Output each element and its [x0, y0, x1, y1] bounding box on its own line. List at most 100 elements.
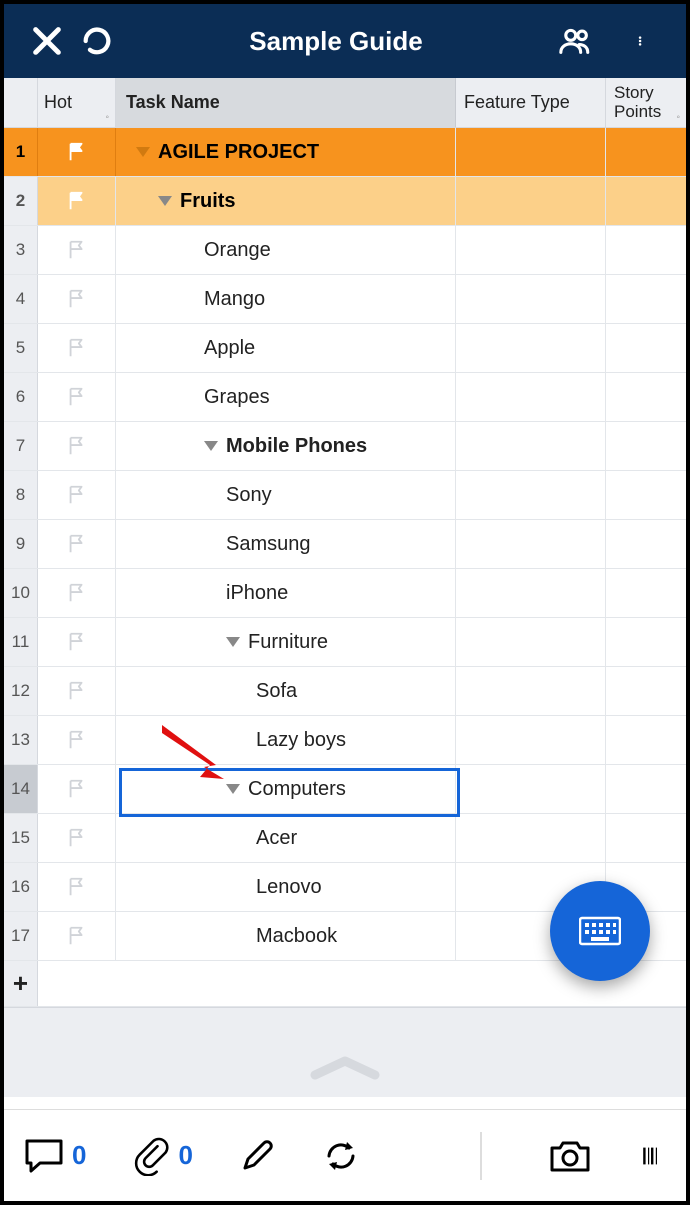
- story-cell[interactable]: [606, 618, 686, 666]
- expand-collapse-icon[interactable]: [136, 147, 150, 157]
- task-cell[interactable]: Sony: [116, 471, 456, 519]
- attachments-button[interactable]: 0: [132, 1136, 192, 1176]
- hot-cell[interactable]: [38, 569, 116, 617]
- feature-cell[interactable]: [456, 667, 606, 715]
- feature-cell[interactable]: [456, 765, 606, 813]
- hot-cell[interactable]: [38, 716, 116, 764]
- row-number[interactable]: 7: [4, 422, 38, 470]
- feature-cell[interactable]: [456, 324, 606, 372]
- task-cell[interactable]: Apple: [116, 324, 456, 372]
- task-cell[interactable]: iPhone: [116, 569, 456, 617]
- feature-cell[interactable]: [456, 422, 606, 470]
- task-cell[interactable]: Computers: [116, 765, 456, 813]
- story-cell[interactable]: [606, 667, 686, 715]
- row-number[interactable]: 15: [4, 814, 38, 862]
- story-cell[interactable]: [606, 128, 686, 176]
- task-cell[interactable]: Grapes: [116, 373, 456, 421]
- table-row[interactable]: 9Samsung: [4, 520, 686, 569]
- row-number[interactable]: 4: [4, 275, 38, 323]
- hot-cell[interactable]: [38, 373, 116, 421]
- feature-cell[interactable]: [456, 618, 606, 666]
- feature-cell[interactable]: [456, 128, 606, 176]
- hot-cell[interactable]: [38, 471, 116, 519]
- keyboard-fab-button[interactable]: [550, 881, 650, 981]
- task-cell[interactable]: Furniture: [116, 618, 456, 666]
- table-row[interactable]: 3Orange: [4, 226, 686, 275]
- column-header-story[interactable]: Story Points ◦: [606, 78, 686, 127]
- table-row[interactable]: 7 Mobile Phones: [4, 422, 686, 471]
- expand-collapse-icon[interactable]: [226, 784, 240, 794]
- sheet-drag-handle[interactable]: [4, 1055, 686, 1081]
- story-cell[interactable]: [606, 226, 686, 274]
- column-header-feature[interactable]: Feature Type: [456, 78, 606, 127]
- row-number[interactable]: 16: [4, 863, 38, 911]
- task-cell[interactable]: Orange: [116, 226, 456, 274]
- hot-cell[interactable]: [38, 275, 116, 323]
- row-number[interactable]: 8: [4, 471, 38, 519]
- task-cell[interactable]: Samsung: [116, 520, 456, 568]
- close-icon[interactable]: [22, 16, 72, 66]
- hot-cell[interactable]: [38, 667, 116, 715]
- feature-cell[interactable]: [456, 373, 606, 421]
- story-cell[interactable]: [606, 275, 686, 323]
- table-row[interactable]: 10iPhone: [4, 569, 686, 618]
- column-header-hot[interactable]: Hot ◦: [38, 78, 116, 127]
- feature-cell[interactable]: [456, 569, 606, 617]
- table-row[interactable]: 4 Mango: [4, 275, 686, 324]
- row-number[interactable]: 11: [4, 618, 38, 666]
- feature-cell[interactable]: [456, 471, 606, 519]
- story-cell[interactable]: [606, 177, 686, 225]
- expand-collapse-icon[interactable]: [226, 637, 240, 647]
- table-row[interactable]: 6Grapes: [4, 373, 686, 422]
- hot-cell[interactable]: [38, 863, 116, 911]
- task-cell[interactable]: Mobile Phones: [116, 422, 456, 470]
- row-number[interactable]: 13: [4, 716, 38, 764]
- story-cell[interactable]: [606, 765, 686, 813]
- feature-cell[interactable]: [456, 814, 606, 862]
- task-cell[interactable]: Lenovo: [116, 863, 456, 911]
- table-row[interactable]: 13 Lazy boys: [4, 716, 686, 765]
- story-cell[interactable]: [606, 814, 686, 862]
- refresh-icon[interactable]: [72, 16, 122, 66]
- table-row[interactable]: 8 Sony: [4, 471, 686, 520]
- story-cell[interactable]: [606, 373, 686, 421]
- add-row-plus-icon[interactable]: +: [4, 961, 38, 1006]
- table-row[interactable]: 14 Computers: [4, 765, 686, 814]
- row-number[interactable]: 14: [4, 765, 38, 813]
- story-cell[interactable]: [606, 324, 686, 372]
- table-row[interactable]: 12Sofa: [4, 667, 686, 716]
- row-number[interactable]: 2: [4, 177, 38, 225]
- more-menu-icon[interactable]: [618, 16, 668, 66]
- feature-cell[interactable]: [456, 275, 606, 323]
- story-cell[interactable]: [606, 422, 686, 470]
- task-cell[interactable]: AGILE PROJECT: [116, 128, 456, 176]
- barcode-button[interactable]: [642, 1138, 666, 1174]
- table-row[interactable]: 2Fruits: [4, 177, 686, 226]
- hot-cell[interactable]: [38, 422, 116, 470]
- share-users-icon[interactable]: [550, 16, 600, 66]
- story-cell[interactable]: [606, 569, 686, 617]
- task-cell[interactable]: Mango: [116, 275, 456, 323]
- table-row[interactable]: 1 AGILE PROJECT: [4, 128, 686, 177]
- story-cell[interactable]: [606, 471, 686, 519]
- task-cell[interactable]: Acer: [116, 814, 456, 862]
- hot-cell[interactable]: [38, 324, 116, 372]
- row-number[interactable]: 5: [4, 324, 38, 372]
- feature-cell[interactable]: [456, 226, 606, 274]
- feature-cell[interactable]: [456, 520, 606, 568]
- comments-button[interactable]: 0: [24, 1138, 86, 1174]
- task-cell[interactable]: Lazy boys: [116, 716, 456, 764]
- hot-cell[interactable]: [38, 177, 116, 225]
- table-row[interactable]: 11 Furniture: [4, 618, 686, 667]
- feature-cell[interactable]: [456, 177, 606, 225]
- edit-button[interactable]: [239, 1138, 275, 1174]
- table-row[interactable]: 15 Acer: [4, 814, 686, 863]
- row-number[interactable]: 17: [4, 912, 38, 960]
- table-row[interactable]: 5 Apple: [4, 324, 686, 373]
- story-cell[interactable]: [606, 520, 686, 568]
- hot-cell[interactable]: [38, 128, 116, 176]
- row-number[interactable]: 1: [4, 128, 38, 176]
- column-header-task[interactable]: Task Name: [116, 78, 456, 127]
- task-cell[interactable]: Sofa: [116, 667, 456, 715]
- feature-cell[interactable]: [456, 716, 606, 764]
